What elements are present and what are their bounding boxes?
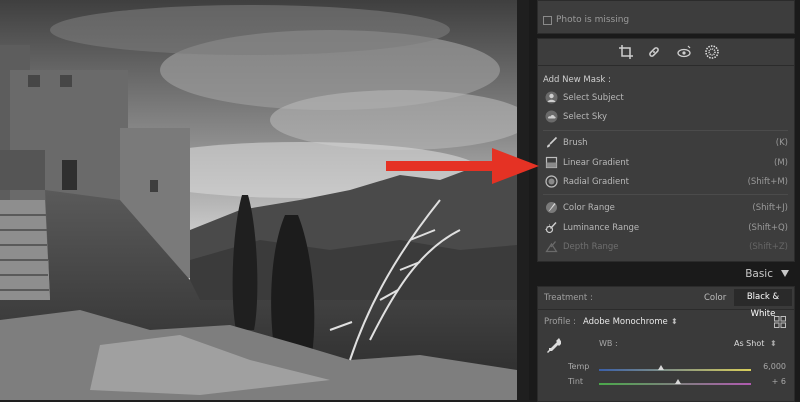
arrow-head (492, 148, 539, 184)
arrow-shaft (386, 161, 494, 171)
annotation-arrow (386, 148, 539, 184)
